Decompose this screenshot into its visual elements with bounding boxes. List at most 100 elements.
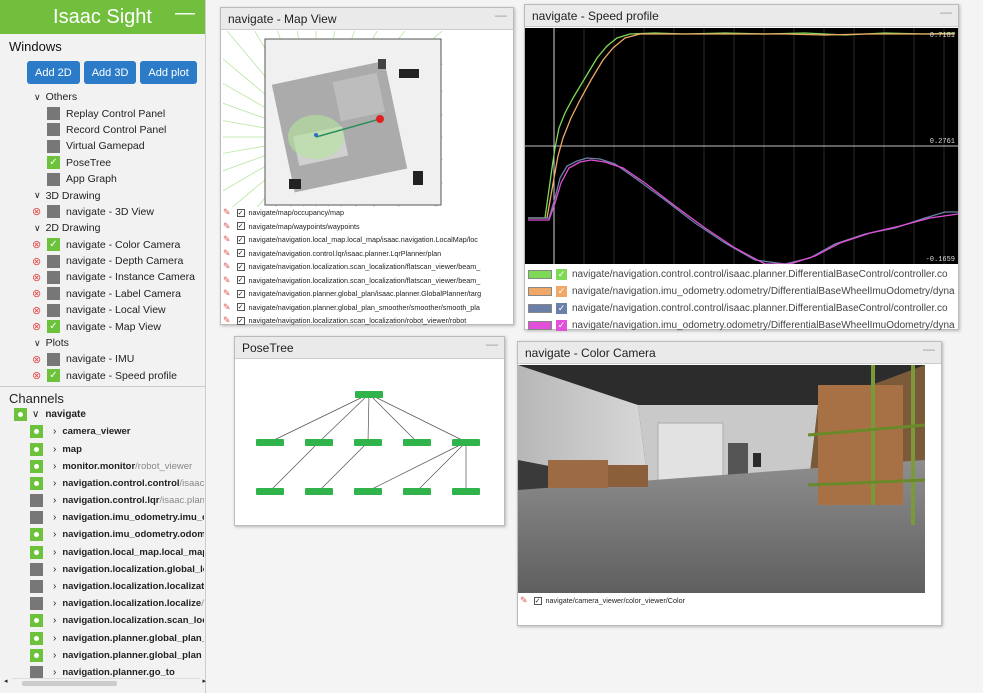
window-item[interactable]: Record Control Panel (0, 122, 205, 138)
edit-style-icon[interactable]: ✎ (223, 221, 231, 232)
window-item[interactable]: ⊗ navigate - Instance Camera (0, 269, 205, 285)
channel-item[interactable]: › navigation.localization.global_locali (0, 561, 204, 578)
layer-row[interactable]: ✎ ✓ navigate/navigation.planner.global_pla… (221, 287, 513, 301)
chevron-down-icon[interactable]: ∨ (34, 223, 41, 234)
tree-node[interactable] (354, 439, 382, 446)
window-group[interactable]: ∨ Plots (0, 335, 205, 351)
chevron-right-icon[interactable]: › (53, 547, 56, 558)
chevron-down-icon[interactable]: ∨ (32, 409, 39, 420)
layer-row[interactable]: ✎ ✓ navigate/navigation.localization.scan_… (221, 274, 513, 288)
layer-checkbox[interactable]: ✓ (236, 289, 245, 298)
channel-toggle[interactable] (30, 545, 43, 559)
chevron-down-icon[interactable]: ∨ (34, 338, 41, 349)
remove-window-icon[interactable]: ⊗ (32, 271, 41, 284)
layer-row[interactable]: ✎ ✓ navigate/map/waypoints/waypoints (221, 220, 513, 234)
chevron-right-icon[interactable]: › (53, 444, 56, 455)
legend-entry[interactable]: ✓ navigate/navigation.imu_odometry.odomet… (525, 317, 958, 334)
layer-row[interactable]: ✎ ✓ navigate/navigation.localization.scan_… (221, 260, 513, 274)
channel-toggle[interactable] (14, 408, 27, 422)
series-checkbox[interactable]: ✓ (556, 303, 567, 314)
edit-style-icon[interactable]: ✎ (223, 234, 231, 245)
chevron-right-icon[interactable]: › (53, 581, 56, 592)
speed-plot[interactable]: 0.7181 0.2761 -0.1659 (525, 28, 958, 264)
channel-item[interactable]: › navigation.imu_odometry.odometry. (0, 526, 204, 543)
add-2d-button[interactable]: Add 2D (27, 61, 80, 84)
edit-style-icon[interactable]: ✎ (223, 248, 231, 259)
remove-window-icon[interactable]: ⊗ (32, 287, 41, 300)
posetree-graph[interactable] (235, 360, 504, 520)
window-visibility-checkbox[interactable] (47, 205, 60, 219)
legend-entry[interactable]: ✓ navigate/navigation.control.control/isa… (525, 266, 958, 283)
window-visibility-checkbox[interactable] (47, 139, 60, 153)
window-group[interactable]: ∨ 2D Drawing (0, 220, 205, 236)
channel-item[interactable]: › navigation.control.lqr/isaac.planner. (0, 492, 204, 509)
chevron-right-icon[interactable]: › (53, 650, 56, 661)
channel-toggle[interactable] (30, 425, 43, 439)
add-plot-button[interactable]: Add plot (140, 61, 197, 84)
window-item[interactable]: ⊗ ✓ navigate - Speed profile (0, 368, 205, 384)
minimize-icon[interactable]: — (495, 8, 507, 22)
chevron-down-icon[interactable]: ∨ (34, 92, 41, 103)
tree-node[interactable] (256, 488, 284, 495)
window-visibility-checkbox[interactable] (47, 107, 60, 121)
channel-item[interactable]: › monitor.monitor/robot_viewer (0, 458, 204, 475)
minimize-sidebar-button[interactable]: — (175, 2, 195, 25)
chevron-right-icon[interactable]: › (53, 615, 56, 626)
window-item[interactable]: ✓ PoseTree (0, 155, 205, 171)
window-item[interactable]: ⊗ navigate - 3D View (0, 204, 205, 220)
window-visibility-checkbox[interactable] (47, 254, 60, 268)
minimize-icon[interactable]: — (923, 342, 935, 356)
chevron-right-icon[interactable]: › (53, 495, 56, 506)
channel-item[interactable]: › navigation.localization.localization_ (0, 578, 204, 595)
channel-toggle[interactable] (30, 459, 43, 473)
layer-row[interactable]: ✎ ✓ navigate/navigation.local_map.local_ma… (221, 233, 513, 247)
remove-window-icon[interactable]: ⊗ (32, 353, 41, 366)
channel-toggle[interactable] (30, 511, 43, 525)
window-group[interactable]: ∨ 3D Drawing (0, 187, 205, 203)
channel-toggle[interactable] (30, 665, 43, 679)
channel-toggle[interactable] (30, 648, 43, 662)
legend-entry[interactable]: ✓ navigate/navigation.control.control/isa… (525, 300, 958, 317)
window-visibility-checkbox[interactable] (47, 270, 60, 284)
window-visibility-checkbox[interactable] (47, 352, 60, 366)
layer-checkbox[interactable]: ✓ (236, 235, 245, 244)
posetree-titlebar[interactable]: PoseTree — (235, 337, 504, 359)
channel-toggle[interactable] (30, 476, 43, 490)
chevron-right-icon[interactable]: › (53, 564, 56, 575)
remove-window-icon[interactable]: ⊗ (32, 320, 41, 333)
tree-node[interactable] (403, 488, 431, 495)
chevron-right-icon[interactable]: › (53, 426, 56, 437)
scroll-right-icon[interactable]: ▸ (202, 677, 206, 685)
window-item[interactable]: ⊗ navigate - Label Camera (0, 286, 205, 302)
remove-window-icon[interactable]: ⊗ (32, 238, 41, 251)
window-item[interactable]: ⊗ ✓ navigate - Color Camera (0, 237, 205, 253)
layer-checkbox[interactable]: ✓ (236, 222, 245, 231)
layer-checkbox[interactable]: ✓ (236, 303, 245, 312)
edit-style-icon[interactable]: ✎ (520, 595, 528, 606)
chevron-right-icon[interactable]: › (53, 512, 56, 523)
window-visibility-checkbox[interactable]: ✓ (47, 156, 60, 170)
window-item[interactable]: ⊗ ✓ navigate - Map View (0, 318, 205, 334)
channel-toggle[interactable] (30, 580, 43, 593)
minimize-icon[interactable]: — (486, 337, 498, 351)
channel-toggle[interactable] (30, 597, 43, 611)
map-view-titlebar[interactable]: navigate - Map View — (221, 8, 513, 30)
window-item[interactable]: ⊗ navigate - Depth Camera (0, 253, 205, 269)
tree-node[interactable] (452, 488, 480, 495)
channel-toggle[interactable] (30, 614, 43, 628)
layer-checkbox[interactable]: ✓ (236, 249, 245, 258)
channel-item[interactable]: › navigation.localization.scan_localiz (0, 612, 204, 629)
window-item[interactable]: Replay Control Panel (0, 105, 205, 121)
layer-row[interactable]: ✎ ✓ navigate/navigation.control.lqr/isaac.… (221, 247, 513, 261)
legend-entry[interactable]: ✓ navigate/navigation.imu_odometry.odomet… (525, 283, 958, 300)
series-checkbox[interactable]: ✓ (556, 286, 567, 297)
edit-style-icon[interactable]: ✎ (223, 207, 231, 218)
window-visibility-checkbox[interactable]: ✓ (47, 320, 60, 334)
channel-item[interactable]: › navigation.control.control/isaac.pla (0, 475, 204, 492)
tree-node[interactable] (354, 488, 382, 495)
window-item[interactable]: ⊗ navigate - IMU (0, 351, 205, 367)
chevron-right-icon[interactable]: › (53, 529, 56, 540)
add-3d-button[interactable]: Add 3D (83, 61, 137, 84)
edit-style-icon[interactable]: ✎ (223, 288, 231, 299)
layer-checkbox[interactable]: ✓ (236, 262, 245, 271)
